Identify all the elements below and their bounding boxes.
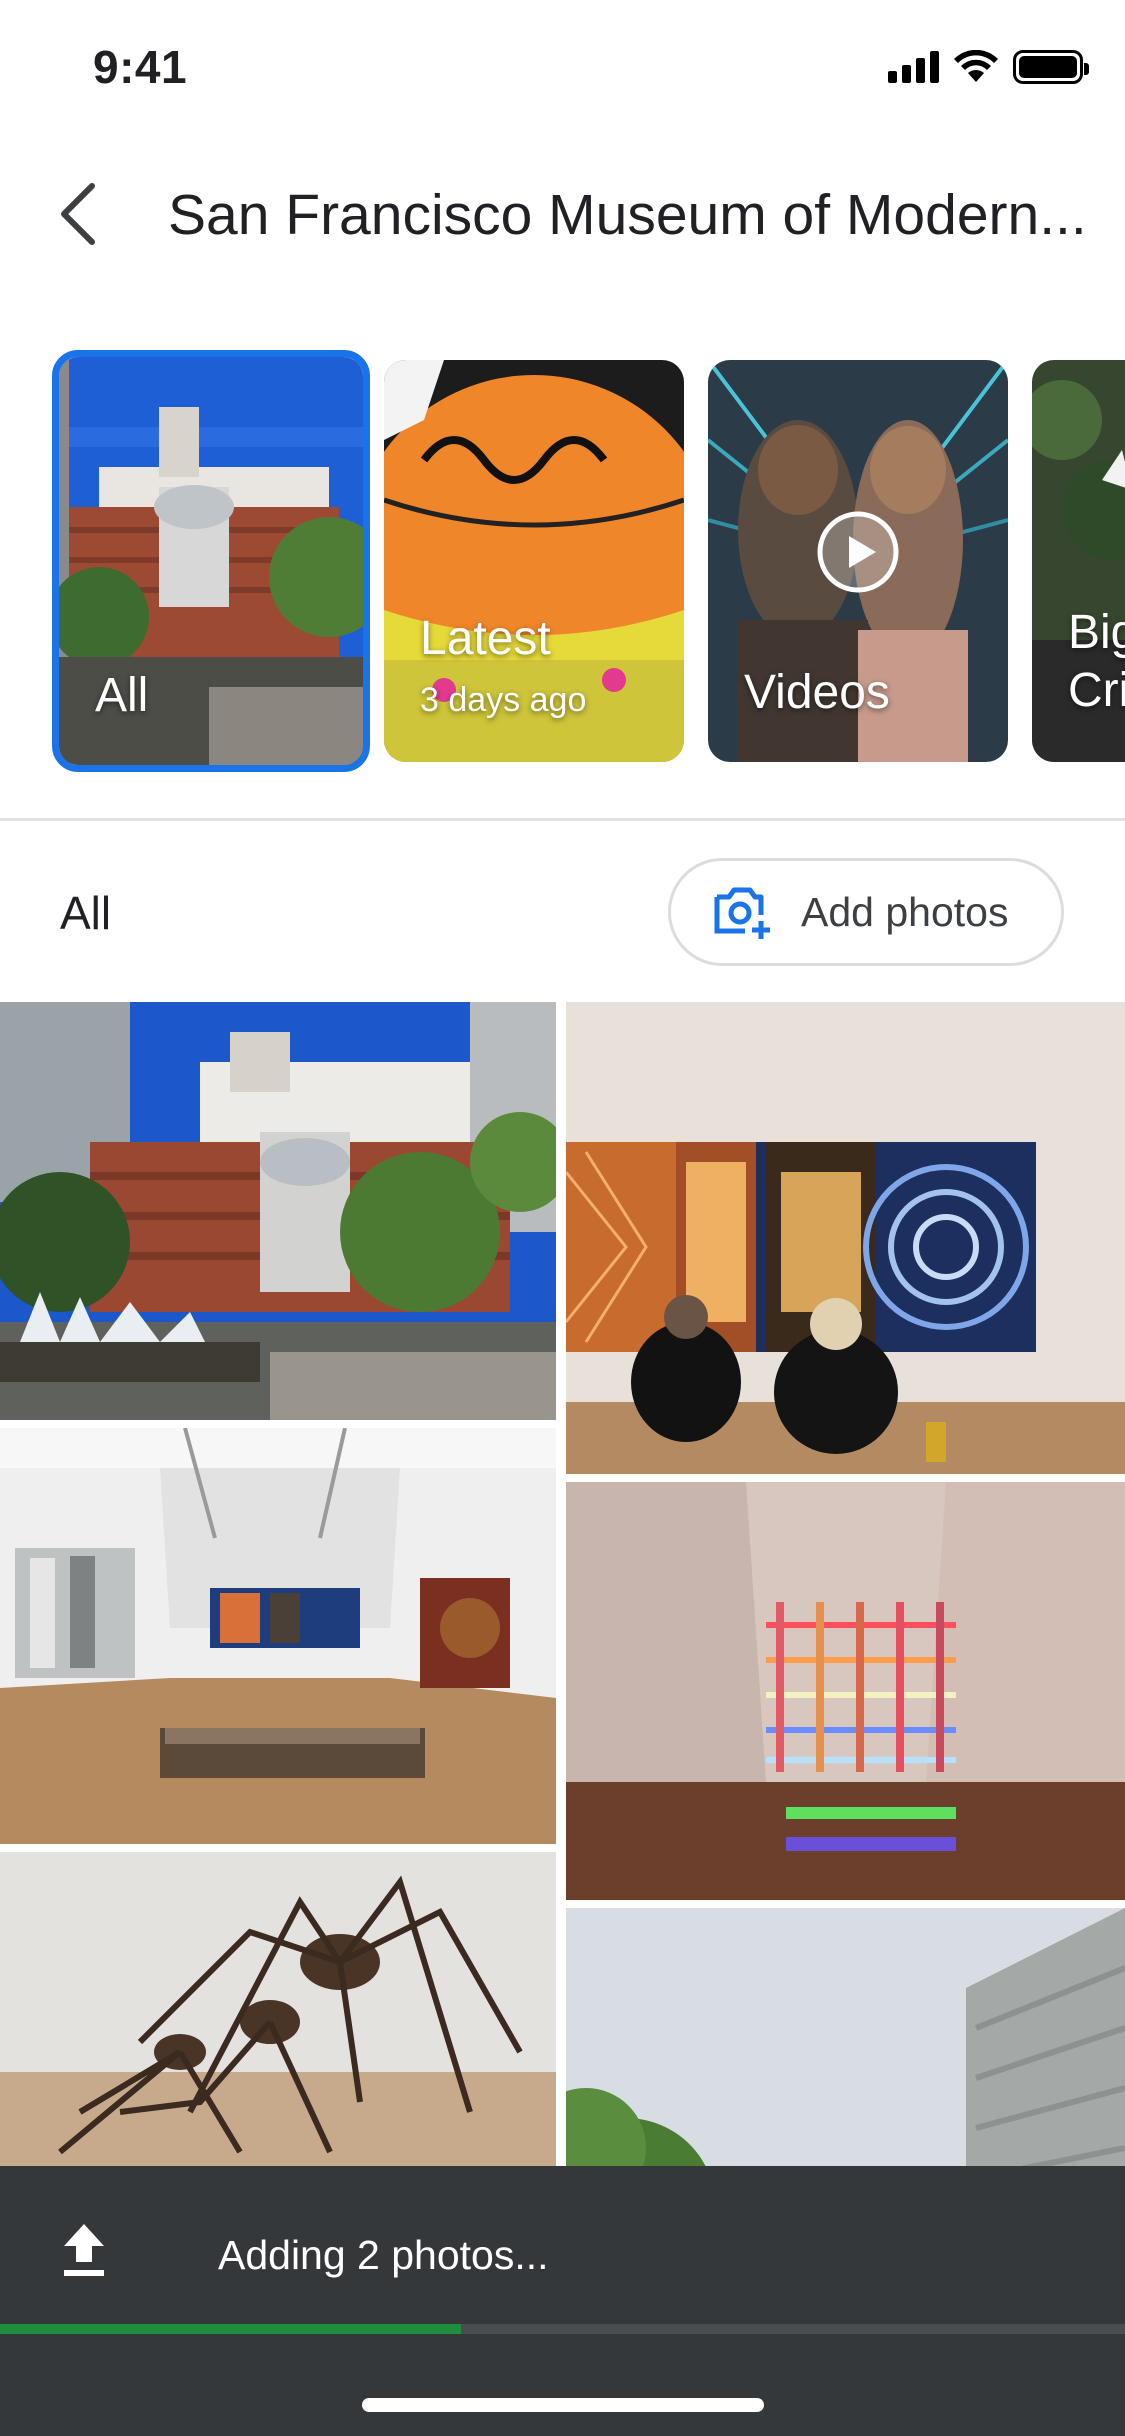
back-arrow-icon: [61, 183, 95, 245]
back-button[interactable]: [38, 174, 118, 254]
home-indicator[interactable]: [362, 2398, 764, 2412]
status-bar: 9:41: [0, 0, 1125, 132]
carousel-card-sublabel: 3 days ago: [420, 681, 587, 719]
status-icons: [888, 50, 1089, 84]
carousel-card-big-cri[interactable]: Big Cri: [1032, 360, 1125, 762]
page-title: San Francisco Museum of Modern...: [168, 183, 1087, 247]
photo-tile-museum-exterior[interactable]: [0, 1002, 556, 1420]
photo-neon-lights: [566, 1482, 1125, 1900]
photo-museum-exterior: [0, 1002, 556, 1420]
carousel-card-all[interactable]: All: [52, 350, 370, 772]
photo-tile-colorful-painting[interactable]: [566, 1002, 1125, 1474]
photo-colorful-painting: [566, 1002, 1125, 1474]
photo-tile-neon-lights[interactable]: [566, 1482, 1125, 1900]
section-divider: [0, 818, 1125, 821]
add-photos-label: Add photos: [801, 888, 1009, 935]
add-photos-button[interactable]: Add photos: [668, 858, 1064, 966]
app-header: San Francisco Museum of Modern...: [0, 160, 1125, 270]
upload-progress-bar: [0, 2324, 1125, 2334]
cellular-signal-icon: [888, 51, 939, 83]
carousel-card-latest[interactable]: Latest 3 days ago: [384, 360, 684, 762]
wifi-icon: [954, 50, 998, 82]
play-icon: [817, 511, 899, 593]
upload-progress-banner: Adding 2 photos...: [0, 2166, 1125, 2436]
upload-progress-fill: [0, 2324, 462, 2334]
photo-tile-gallery-room[interactable]: [0, 1428, 556, 1844]
add-photo-camera-icon: [714, 887, 770, 939]
category-carousel[interactable]: All Latest 3 days ago Videos Big Cri: [0, 350, 1125, 775]
carousel-card-label: Videos: [744, 666, 890, 719]
status-time: 9:41: [93, 41, 188, 93]
photo-gallery-room: [0, 1428, 556, 1844]
carousel-card-videos[interactable]: Videos: [708, 360, 1008, 762]
upload-icon: [64, 2224, 104, 2276]
upload-status-text: Adding 2 photos...: [218, 2232, 549, 2278]
carousel-card-label: Latest: [420, 612, 551, 665]
battery-icon: [1013, 50, 1089, 84]
carousel-card-label: All: [95, 669, 149, 722]
section-title: All: [60, 887, 112, 939]
carousel-card-label: Big Cri: [1068, 606, 1125, 717]
